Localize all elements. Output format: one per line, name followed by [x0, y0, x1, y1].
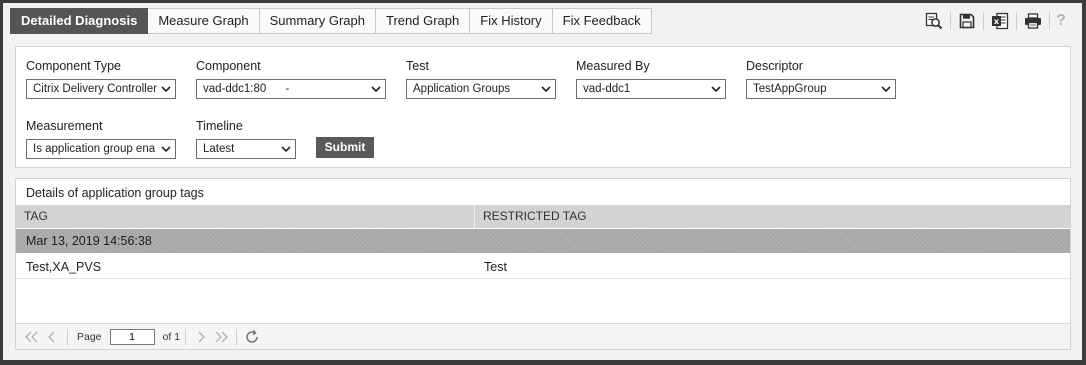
descriptor-field: Descriptor TestAppGroup — [746, 59, 896, 99]
print-icon[interactable] — [1017, 11, 1049, 31]
save-icon[interactable] — [951, 11, 983, 31]
timeline-value: Latest — [203, 143, 235, 155]
test-field: Test Application Groups — [406, 59, 556, 99]
prev-page-icon[interactable] — [42, 327, 62, 347]
chevron-down-icon — [161, 146, 171, 153]
tab-detailed-diagnosis[interactable]: Detailed Diagnosis — [10, 8, 149, 34]
chevron-down-icon — [281, 146, 291, 153]
timeline-field: Timeline Latest — [196, 119, 296, 159]
results-panel: Details of application group tags TAG RE… — [15, 178, 1071, 350]
first-page-icon[interactable] — [22, 327, 42, 347]
pagination-bar: Page of 1 — [16, 323, 1070, 349]
measurement-value: Is application group ena — [33, 143, 156, 155]
chevron-down-icon — [881, 86, 891, 93]
tab-trend-graph[interactable]: Trend Graph — [376, 8, 471, 34]
measured-by-label: Measured By — [576, 59, 650, 73]
tab-bar: Detailed Diagnosis Measure Graph Summary… — [10, 8, 652, 35]
measurement-label: Measurement — [26, 119, 103, 133]
help-label: ? — [1056, 12, 1066, 29]
chevron-down-icon — [541, 86, 551, 93]
group-row-timestamp: Mar 13, 2019 14:56:38 — [16, 229, 1070, 253]
measurement-field: Measurement Is application group ena — [26, 119, 176, 159]
measured-by-field: Measured By vad-ddc1 — [576, 59, 726, 99]
timeline-select[interactable]: Latest — [196, 139, 296, 159]
results-title: Details of application group tags — [26, 186, 204, 200]
measured-by-value: vad-ddc1 — [583, 83, 631, 95]
component-field: Component vad-ddc1:80 - — [196, 59, 386, 99]
cell-restricted-tag: Test — [484, 260, 507, 274]
component-type-select[interactable]: Citrix Delivery Controller — [26, 79, 176, 99]
page-count-label: of 1 — [162, 330, 181, 343]
tab-fix-history[interactable]: Fix History — [470, 8, 553, 34]
chevron-down-icon — [371, 86, 381, 93]
component-type-field: Component Type Citrix Delivery Controlle… — [26, 59, 176, 99]
page-label: Page — [77, 330, 102, 343]
timeline-label: Timeline — [196, 119, 243, 133]
descriptor-label: Descriptor — [746, 59, 803, 73]
descriptor-value: TestAppGroup — [753, 83, 827, 95]
chevron-down-icon — [711, 86, 721, 93]
refresh-icon[interactable] — [242, 327, 262, 347]
toolbar: x ? — [918, 11, 1072, 31]
tab-measure-graph[interactable]: Measure Graph — [148, 8, 260, 34]
component-value: vad-ddc1:80 - — [203, 83, 290, 95]
measurement-select[interactable]: Is application group ena — [26, 139, 176, 159]
pager-divider — [185, 328, 187, 345]
page-number-input[interactable] — [109, 328, 155, 345]
excel-export-icon[interactable]: x — [984, 11, 1016, 31]
component-label: Component — [196, 59, 261, 73]
descriptor-select[interactable]: TestAppGroup — [746, 79, 896, 99]
tab-fix-feedback[interactable]: Fix Feedback — [552, 8, 652, 34]
submit-button[interactable]: Submit — [316, 137, 374, 158]
filter-panel: Component Type Citrix Delivery Controlle… — [15, 46, 1071, 168]
next-page-icon[interactable] — [191, 327, 211, 347]
test-select[interactable]: Application Groups — [406, 79, 556, 99]
last-page-icon[interactable] — [211, 327, 231, 347]
table-row: Test,XA_PVS Test — [16, 255, 1070, 279]
svg-text:x: x — [994, 17, 1000, 26]
component-type-label: Component Type — [26, 59, 121, 73]
chevron-down-icon — [161, 86, 171, 93]
tab-summary-graph[interactable]: Summary Graph — [259, 8, 377, 34]
cell-tag: Test,XA_PVS — [26, 260, 102, 274]
test-value: Application Groups — [413, 83, 511, 95]
measured-by-select[interactable]: vad-ddc1 — [576, 79, 726, 99]
column-header-tag[interactable]: TAG — [16, 205, 475, 228]
pager-divider — [67, 328, 68, 345]
pager-divider — [236, 328, 238, 345]
component-select[interactable]: vad-ddc1:80 - — [196, 79, 386, 99]
column-header-restricted-tag[interactable]: RESTRICTED TAG — [475, 205, 1070, 228]
help-icon[interactable]: ? — [1050, 11, 1072, 31]
zoom-search-icon[interactable] — [918, 11, 950, 31]
table-header: TAG RESTRICTED TAG — [16, 205, 1070, 228]
component-type-value: Citrix Delivery Controller — [33, 83, 157, 95]
test-label: Test — [406, 59, 429, 73]
